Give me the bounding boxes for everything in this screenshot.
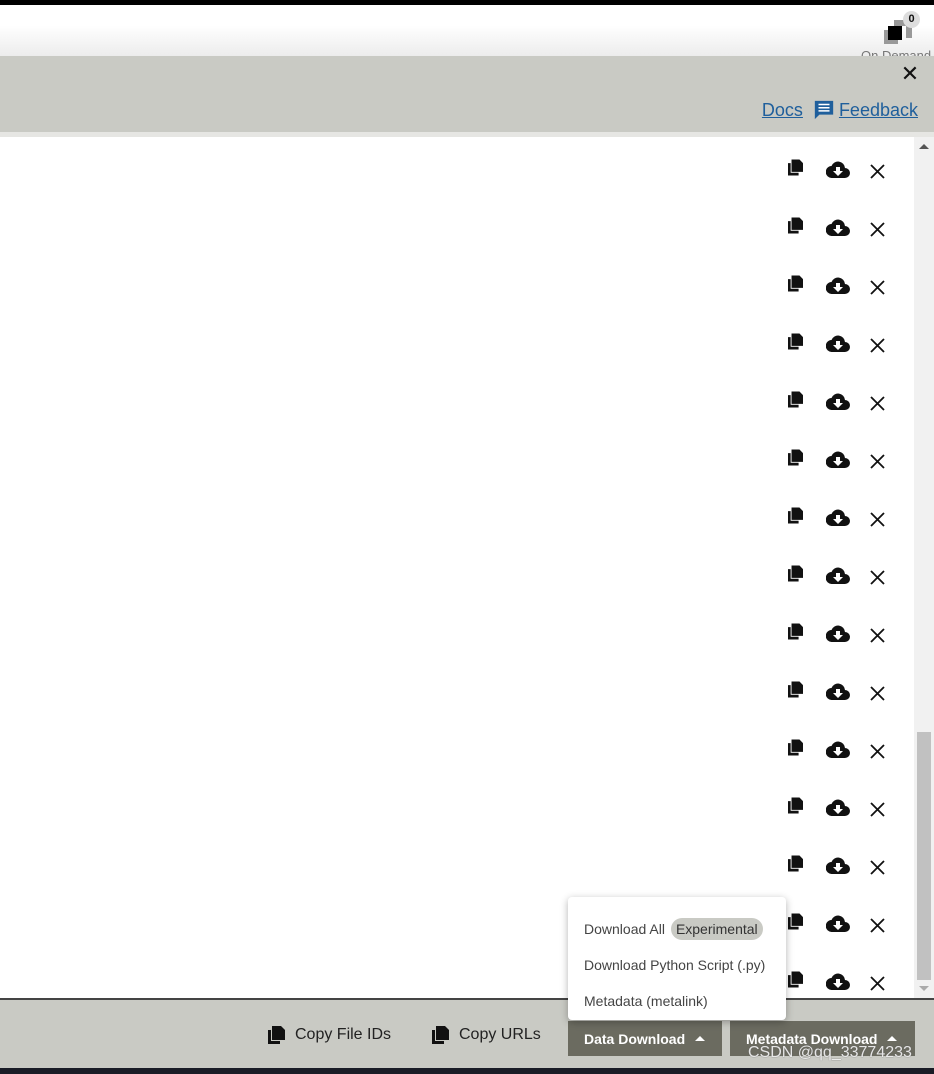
cloud-download-icon[interactable]: [826, 451, 850, 468]
cloud-download-icon[interactable]: [826, 799, 850, 816]
data-download-button[interactable]: Data Download: [568, 1021, 722, 1056]
remove-icon[interactable]: [870, 512, 885, 527]
cloud-download-icon[interactable]: [826, 741, 850, 758]
copy-icon[interactable]: [788, 449, 803, 466]
remove-icon[interactable]: [870, 570, 885, 585]
copy-icon[interactable]: [788, 275, 803, 292]
copy-icon[interactable]: [788, 159, 803, 176]
cloud-download-icon[interactable]: [826, 915, 850, 932]
cloud-download-icon[interactable]: [826, 625, 850, 642]
cloud-download-icon[interactable]: [826, 509, 850, 526]
scroll-up-icon[interactable]: [919, 144, 929, 149]
cloud-download-icon[interactable]: [826, 335, 850, 352]
remove-icon[interactable]: [870, 454, 885, 469]
menu-item-label: Download All: [584, 921, 665, 937]
docs-link[interactable]: Docs: [762, 100, 803, 121]
menu-item-python-script[interactable]: Download Python Script (.py): [584, 957, 765, 973]
copy-icon[interactable]: [788, 565, 803, 582]
remove-icon[interactable]: [870, 338, 885, 353]
copy-file-ids-button[interactable]: Copy File IDs: [268, 1026, 391, 1044]
file-row: [0, 553, 914, 611]
cloud-download-icon[interactable]: [826, 277, 850, 294]
remove-icon[interactable]: [870, 744, 885, 759]
header: [0, 5, 934, 56]
close-icon[interactable]: ✕: [900, 63, 920, 85]
copy-icon[interactable]: [788, 739, 803, 756]
copy-icon[interactable]: [788, 507, 803, 524]
copy-icon[interactable]: [788, 913, 803, 930]
remove-icon[interactable]: [870, 860, 885, 875]
copy-icon: [432, 1026, 449, 1044]
remove-icon[interactable]: [870, 918, 885, 933]
help-links: Docs Feedback: [762, 99, 918, 121]
file-row: [0, 785, 914, 843]
copy-icon[interactable]: [788, 333, 803, 350]
file-row: [0, 611, 914, 669]
caret-up-icon: [695, 1036, 706, 1041]
caret-up-icon: [887, 1036, 898, 1041]
copy-icon: [268, 1026, 285, 1044]
copy-icon[interactable]: [788, 391, 803, 408]
file-row: [0, 321, 914, 379]
scrollbar[interactable]: [914, 137, 934, 998]
copy-icon[interactable]: [788, 797, 803, 814]
on-demand-label: On Demand: [861, 49, 931, 56]
copy-urls-label: Copy URLs: [459, 1026, 541, 1043]
background-map: [0, 1068, 934, 1074]
remove-icon[interactable]: [870, 280, 885, 295]
file-row: [0, 379, 914, 437]
menu-item-download-all[interactable]: Download All Experimental: [584, 918, 763, 940]
copy-icon[interactable]: [788, 855, 803, 872]
on-demand-count: 0: [903, 11, 920, 28]
menu-item-metalink[interactable]: Metadata (metalink): [584, 993, 708, 1009]
file-row: [0, 205, 914, 263]
remove-icon[interactable]: [870, 222, 885, 237]
file-row: [0, 263, 914, 321]
copy-icon[interactable]: [788, 971, 803, 988]
remove-icon[interactable]: [870, 802, 885, 817]
file-row: [0, 147, 914, 205]
remove-icon[interactable]: [870, 686, 885, 701]
data-download-menu: Download All Experimental Download Python…: [568, 897, 786, 1020]
remove-icon[interactable]: [870, 976, 885, 991]
copy-file-ids-label: Copy File IDs: [295, 1026, 392, 1043]
file-row: [0, 437, 914, 495]
copy-urls-button[interactable]: Copy URLs: [432, 1026, 541, 1044]
data-download-label: Data Download: [584, 1030, 686, 1047]
cloud-download-icon[interactable]: [826, 219, 850, 236]
feedback-icon: [814, 100, 834, 120]
scroll-down-icon[interactable]: [919, 986, 929, 991]
copy-icon[interactable]: [788, 623, 803, 640]
file-row: [0, 843, 914, 901]
scrollbar-thumb[interactable]: [917, 732, 931, 980]
remove-icon[interactable]: [870, 396, 885, 411]
copy-icon[interactable]: [788, 217, 803, 234]
watermark: CSDN @qq_33774233: [748, 1044, 912, 1061]
file-row: [0, 727, 914, 785]
cloud-download-icon[interactable]: [826, 161, 850, 178]
file-row: [0, 495, 914, 553]
remove-icon[interactable]: [870, 628, 885, 643]
experimental-badge: Experimental: [670, 918, 763, 940]
cloud-download-icon[interactable]: [826, 857, 850, 874]
copy-icon[interactable]: [788, 681, 803, 698]
file-row: [0, 669, 914, 727]
cloud-download-icon[interactable]: [826, 683, 850, 700]
cloud-download-icon[interactable]: [826, 973, 850, 990]
remove-icon[interactable]: [870, 164, 885, 179]
cloud-download-icon[interactable]: [826, 567, 850, 584]
file-list: [0, 137, 914, 998]
feedback-link[interactable]: Feedback: [839, 100, 918, 121]
cloud-download-icon[interactable]: [826, 393, 850, 410]
